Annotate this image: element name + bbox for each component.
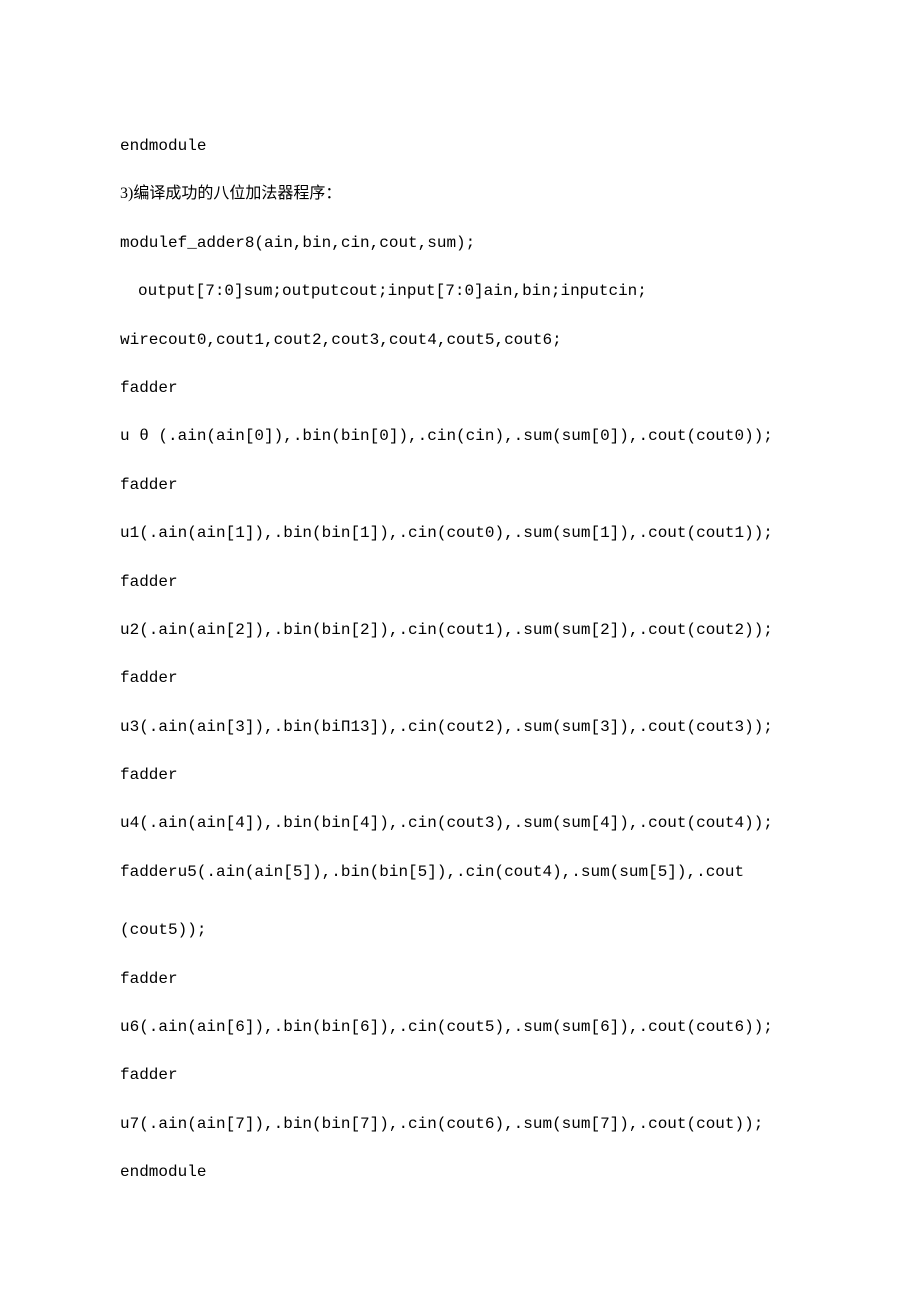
code-line-0: endmodule — [120, 135, 800, 157]
code-line-18: u6(.ain(ain[6]),.bin(bin[6]),.cin(cout5)… — [120, 1016, 800, 1038]
code-line-12: u3(.ain(ain[3]),.bin(biΠ13]),.cin(cout2)… — [120, 716, 800, 738]
code-line-4: wirecout0,cout1,cout2,cout3,cout4,cout5,… — [120, 329, 800, 351]
code-line-21: endmodule — [120, 1161, 800, 1183]
code-line-16: (cout5)); — [120, 919, 800, 941]
code-line-2: modulef_adder8(ain,bin,cin,cout,sum); — [120, 232, 800, 254]
code-line-8: u1(.ain(ain[1]),.bin(bin[1]),.cin(cout0)… — [120, 522, 800, 544]
code-line-3: output[7:0]sum;outputcout;input[7:0]ain,… — [120, 280, 800, 302]
code-line-6: u θ (.ain(ain[0]),.bin(bin[0]),.cin(cin)… — [120, 425, 800, 447]
code-line-13: fadder — [120, 764, 800, 786]
code-line-17: fadder — [120, 968, 800, 990]
code-line-14: u4(.ain(ain[4]),.bin(bin[4]),.cin(cout3)… — [120, 812, 800, 834]
code-line-20: u7(.ain(ain[7]),.bin(bin[7]),.cin(cout6)… — [120, 1113, 800, 1135]
code-line-15: fadderu5(.ain(ain[5]),.bin(bin[5]),.cin(… — [120, 861, 800, 883]
code-line-19: fadder — [120, 1064, 800, 1086]
document-body: endmodule 3)编译成功的八位加法器程序： modulef_adder8(a… — [120, 135, 800, 1184]
code-line-5: fadder — [120, 377, 800, 399]
code-line-10: u2(.ain(ain[2]),.bin(bin[2]),.cin(cout1)… — [120, 619, 800, 641]
code-line-7: fadder — [120, 474, 800, 496]
code-line-11: fadder — [120, 667, 800, 689]
code-line-9: fadder — [120, 571, 800, 593]
code-line-1: 3)编译成功的八位加法器程序： — [120, 183, 800, 205]
